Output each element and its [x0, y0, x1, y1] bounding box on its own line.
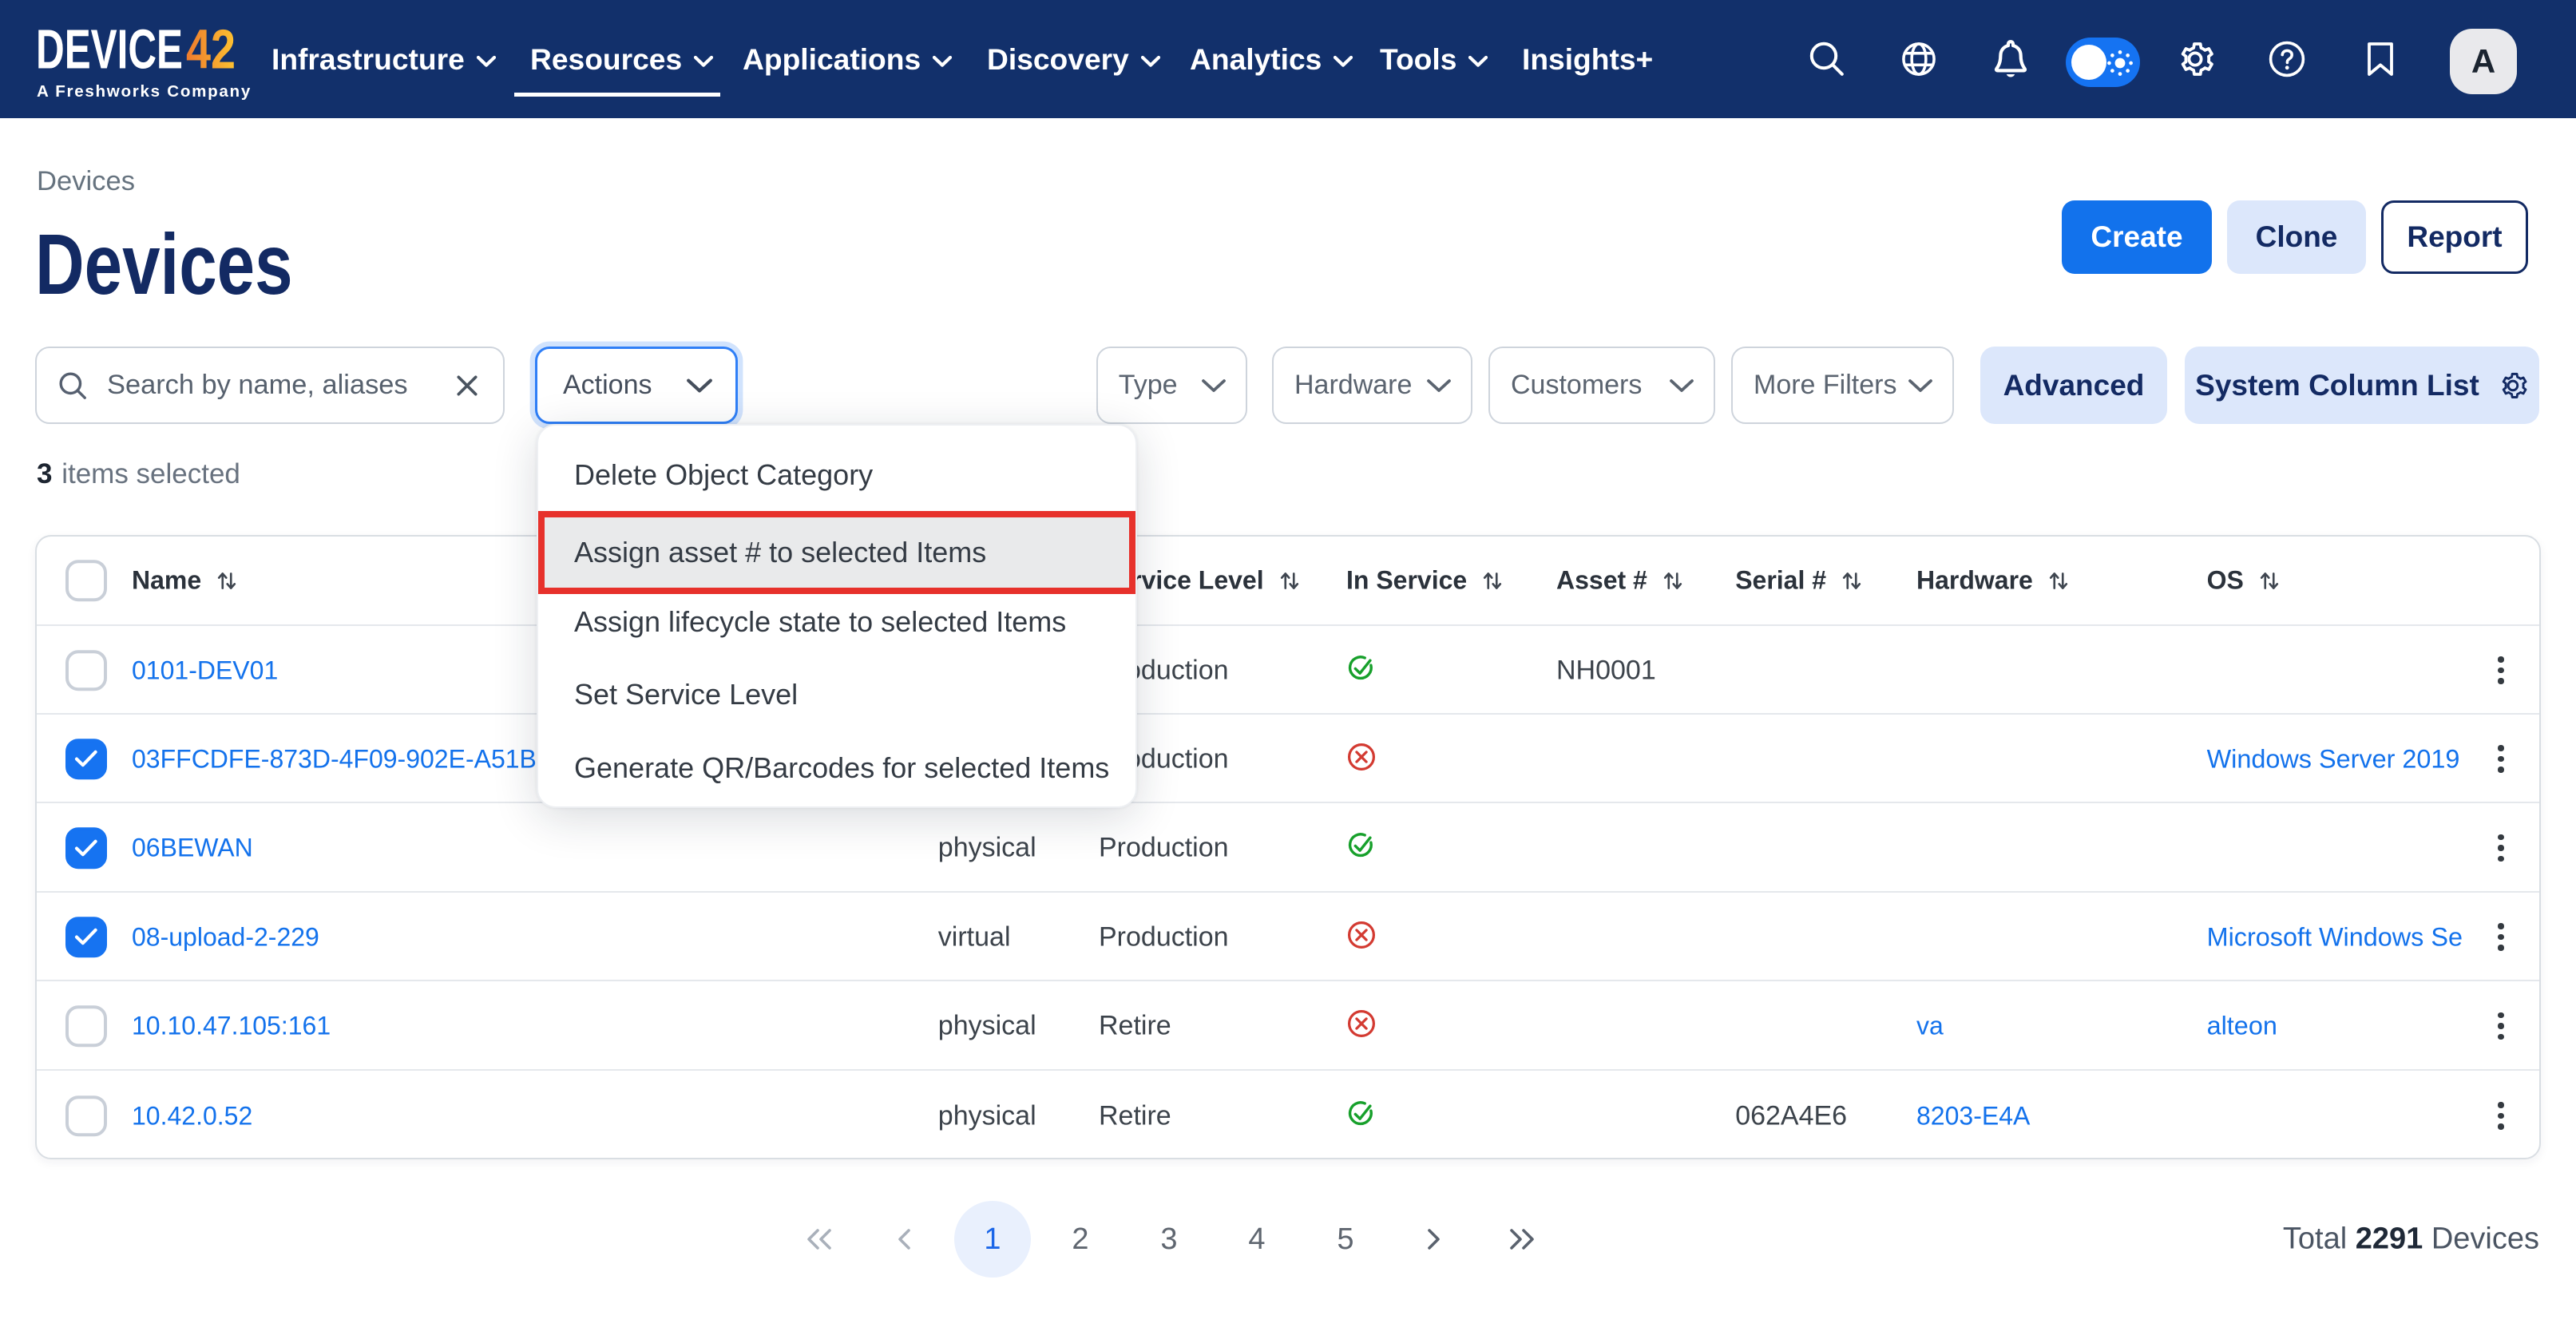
- svg-text:DEVICE: DEVICE: [36, 28, 183, 74]
- svg-text:42: 42: [186, 28, 236, 74]
